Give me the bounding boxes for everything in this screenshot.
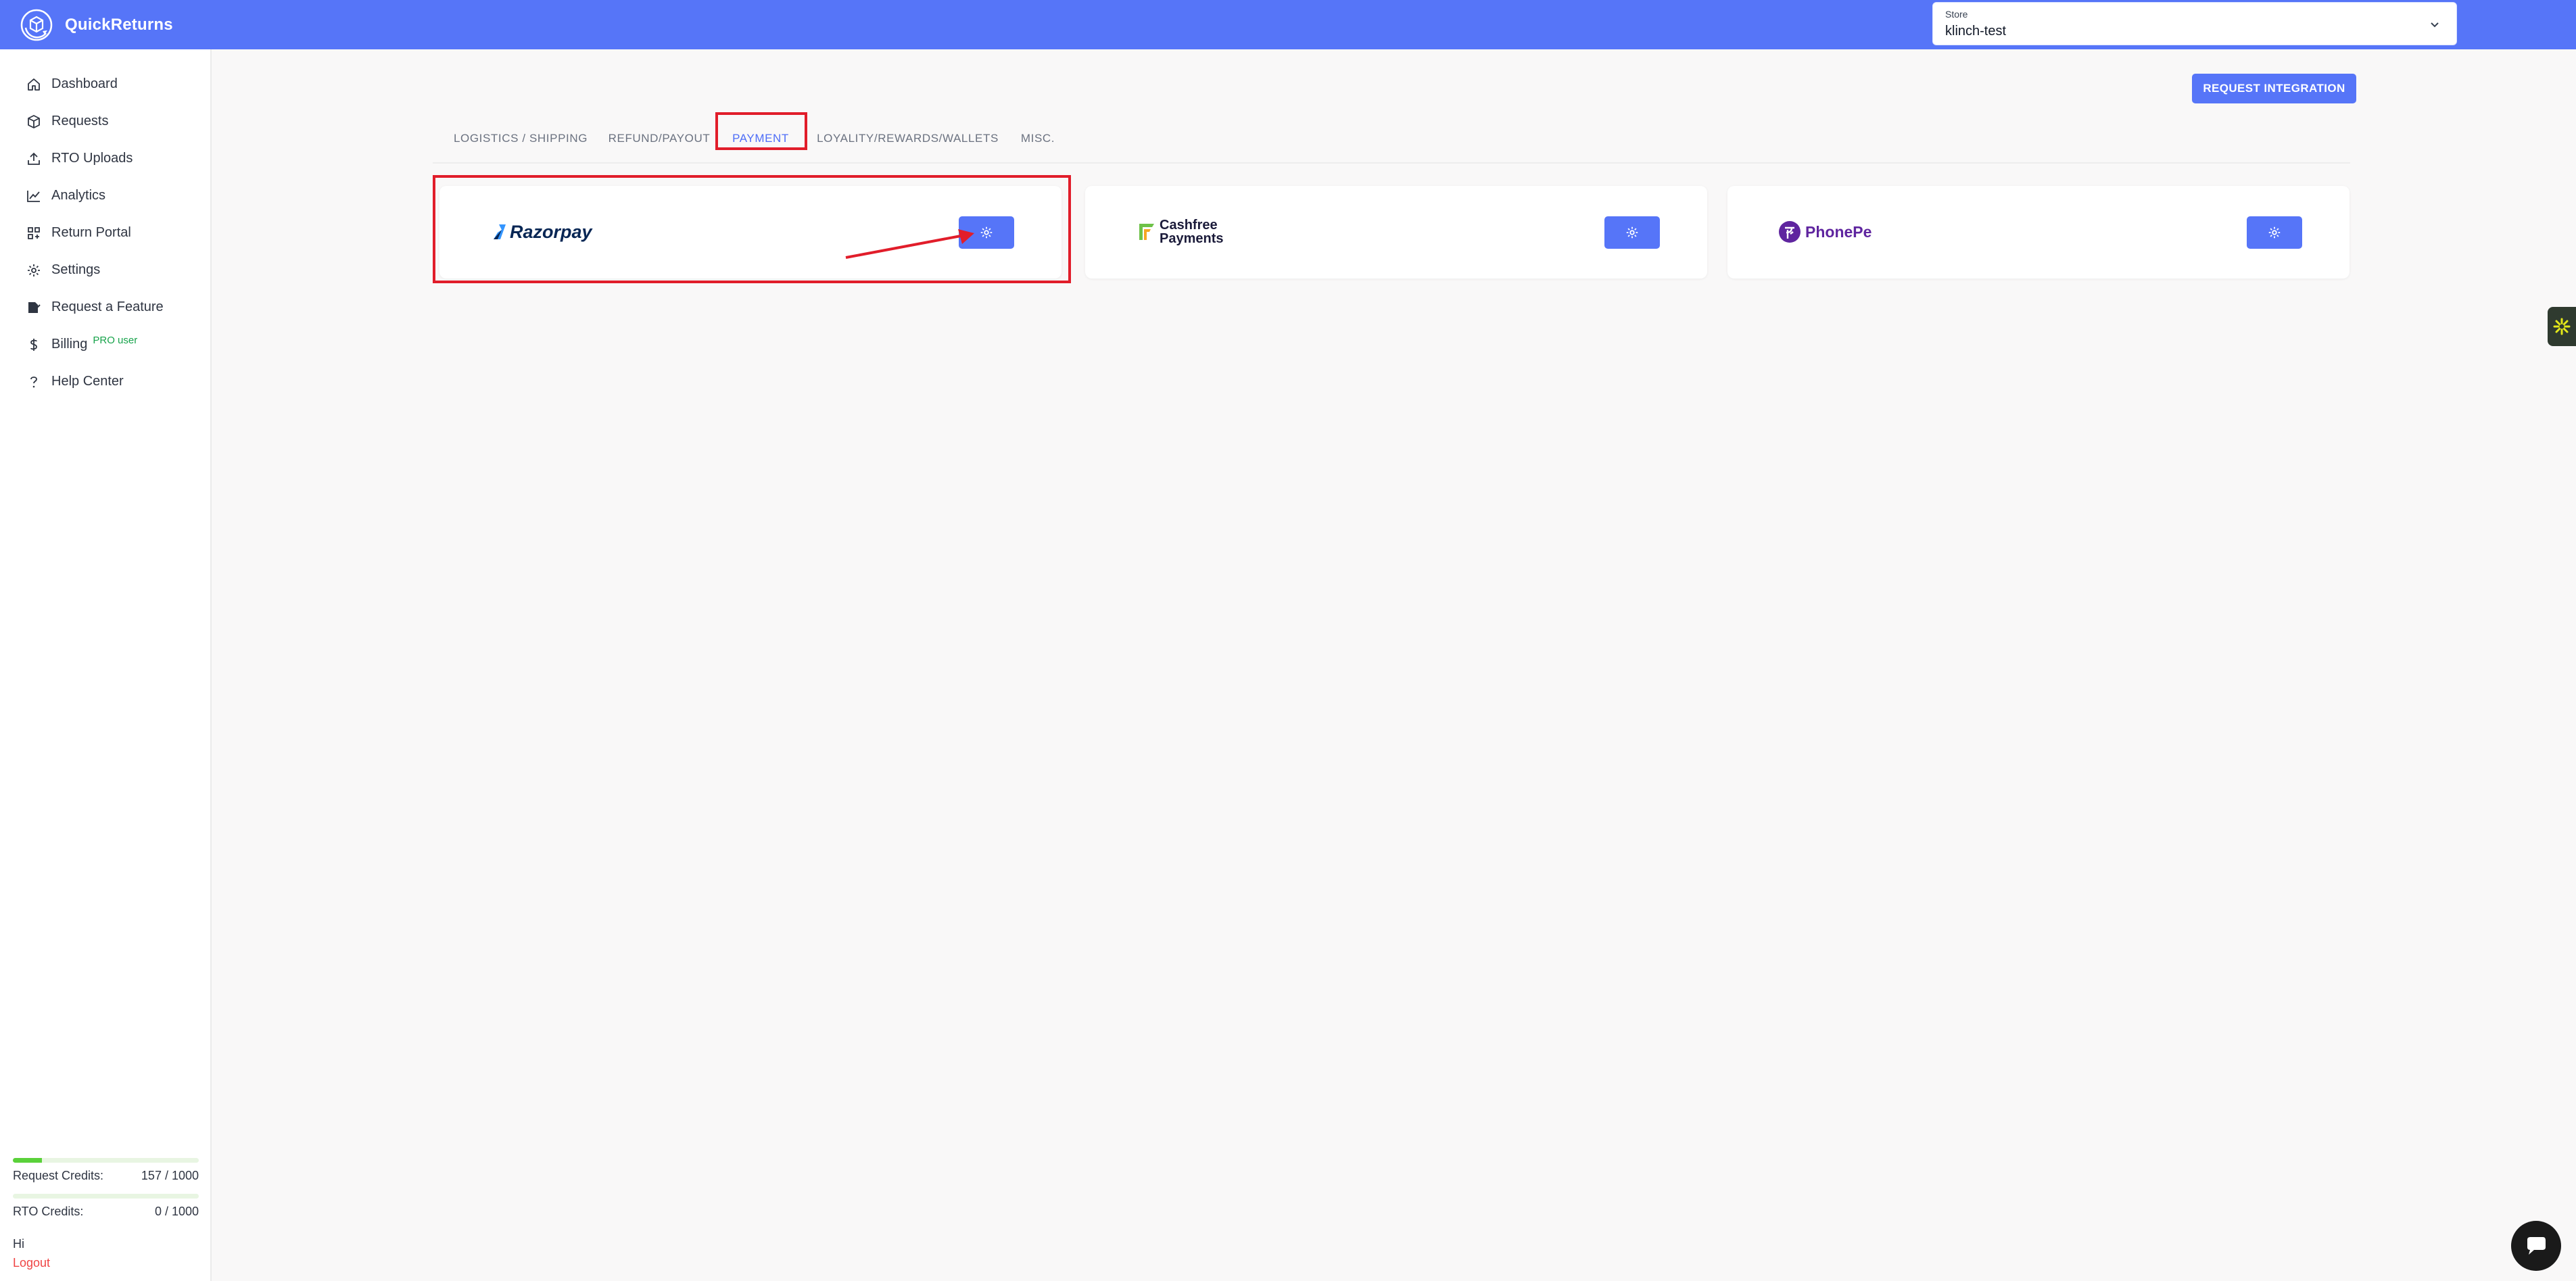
credits-panel: Request Credits: 157 / 1000 RTO Credits:… bbox=[13, 1158, 199, 1219]
integration-card-razorpay: Razorpay bbox=[439, 186, 1062, 279]
pro-user-badge: PRO user bbox=[93, 335, 138, 346]
chat-icon bbox=[2527, 1237, 2546, 1255]
cashfree-logo: Cashfree Payments bbox=[1138, 212, 1224, 252]
request-integration-button[interactable]: REQUEST INTEGRATION bbox=[2192, 74, 2356, 103]
store-select[interactable]: Store klinch-test bbox=[1932, 2, 2457, 45]
razorpay-logo: Razorpay bbox=[492, 212, 592, 252]
sidebar-item-return-portal[interactable]: Return Portal bbox=[0, 214, 212, 251]
chevron-down-icon bbox=[2431, 22, 2439, 28]
brand[interactable]: QuickReturns bbox=[19, 7, 173, 43]
phonepe-wordmark: PhonePe bbox=[1805, 222, 1872, 241]
sidebar-item-label: Help Center bbox=[51, 374, 124, 389]
sidebar-item-label: Billing bbox=[51, 337, 88, 352]
request-credits-value: 157 / 1000 bbox=[141, 1169, 199, 1182]
tab-loyality-rewards-wallets[interactable]: LOYALITY/REWARDS/WALLETS bbox=[815, 122, 1001, 155]
integration-tabs: LOGISTICS / SHIPPING REFUND/PAYOUT PAYME… bbox=[433, 115, 2350, 164]
rto-credits-row: RTO Credits: 0 / 1000 bbox=[13, 1205, 199, 1219]
gear-icon bbox=[980, 226, 993, 239]
request-credits-fill bbox=[13, 1158, 43, 1163]
sidebar-item-label: Requests bbox=[51, 114, 109, 128]
sidebar-item-help-center[interactable]: Help Center bbox=[0, 363, 212, 400]
grid-icon bbox=[28, 226, 40, 239]
cashfree-settings-button[interactable] bbox=[1604, 216, 1660, 249]
gear-icon bbox=[28, 264, 40, 276]
help-icon bbox=[30, 376, 37, 387]
rto-credits-label: RTO Credits: bbox=[13, 1205, 84, 1218]
package-icon bbox=[28, 114, 40, 128]
logout-link[interactable]: Logout bbox=[13, 1256, 50, 1270]
tab-refund-payout[interactable]: REFUND/PAYOUT bbox=[605, 122, 713, 155]
dollar-icon bbox=[30, 338, 37, 351]
sidebar-item-label: Return Portal bbox=[51, 225, 131, 240]
sidebar-item-billing[interactable]: Billing PRO user bbox=[0, 326, 212, 363]
razorpay-settings-button[interactable] bbox=[959, 216, 1014, 249]
cashfree-wordmark-line2: Payments bbox=[1160, 231, 1224, 246]
request-credits-row: Request Credits: 157 / 1000 bbox=[13, 1169, 199, 1183]
sidebar-item-requests[interactable]: Requests bbox=[0, 103, 212, 140]
rto-credits-progress bbox=[13, 1194, 199, 1199]
request-credits-label: Request Credits: bbox=[13, 1169, 104, 1182]
sidebar-item-label: Analytics bbox=[51, 188, 106, 203]
upload-icon bbox=[28, 152, 40, 165]
rto-credits-value: 0 / 1000 bbox=[154, 1205, 199, 1218]
sidebar-item-label: Request a Feature bbox=[51, 299, 164, 314]
sidebar-item-rto-uploads[interactable]: RTO Uploads bbox=[0, 140, 212, 177]
tab-misc[interactable]: MISC. bbox=[1007, 122, 1068, 155]
gear-icon bbox=[2268, 226, 2281, 239]
sidebar-item-dashboard[interactable]: Dashboard bbox=[0, 66, 212, 103]
integration-card-phonepe: PhonePe bbox=[1727, 186, 2350, 279]
chat-launcher-button[interactable] bbox=[2511, 1221, 2561, 1271]
sidebar-item-label: RTO Uploads bbox=[51, 151, 133, 166]
tab-payment[interactable]: PAYMENT bbox=[717, 122, 805, 155]
razorpay-mark-icon bbox=[494, 224, 506, 239]
quickreturns-logo-icon bbox=[20, 9, 53, 41]
top-bar: QuickReturns Store klinch-test bbox=[0, 0, 2576, 49]
store-value: klinch-test bbox=[1945, 24, 2007, 39]
greeting-text: Hi bbox=[13, 1237, 24, 1251]
sidebar-item-settings[interactable]: Settings bbox=[0, 251, 212, 289]
sidebar-item-label: Settings bbox=[51, 262, 101, 277]
line-chart-icon bbox=[27, 190, 40, 202]
store-label: Store bbox=[1945, 9, 1968, 20]
sidebar-item-label: Dashboard bbox=[51, 76, 118, 91]
phonepe-settings-button[interactable] bbox=[2247, 216, 2302, 249]
cashfree-mark-icon bbox=[1139, 224, 1154, 240]
gear-icon bbox=[1626, 226, 1638, 239]
tab-logistics-shipping[interactable]: LOGISTICS / SHIPPING bbox=[450, 122, 592, 155]
phonepe-mark-icon bbox=[1779, 221, 1800, 243]
sidebar-nav: Dashboard Requests RTO Uploads Analytics… bbox=[0, 66, 212, 400]
feature-request-icon bbox=[28, 301, 41, 313]
razorpay-wordmark: Razorpay bbox=[510, 221, 592, 242]
sparkle-icon bbox=[2553, 318, 2571, 335]
sidebar: Dashboard Requests RTO Uploads Analytics… bbox=[0, 49, 212, 1281]
cashfree-wordmark-line1: Cashfree bbox=[1160, 218, 1218, 233]
side-widget-button[interactable] bbox=[2548, 307, 2576, 346]
app-name: QuickReturns bbox=[65, 15, 173, 34]
cashfree-wordmark: Cashfree Payments bbox=[1160, 218, 1224, 245]
phonepe-logo: PhonePe bbox=[1778, 212, 1871, 252]
request-credits-progress bbox=[13, 1158, 199, 1163]
sidebar-item-analytics[interactable]: Analytics bbox=[0, 177, 212, 214]
home-icon bbox=[28, 78, 40, 91]
sidebar-item-request-a-feature[interactable]: Request a Feature bbox=[0, 289, 212, 326]
integration-card-cashfree: Cashfree Payments bbox=[1085, 186, 1707, 279]
